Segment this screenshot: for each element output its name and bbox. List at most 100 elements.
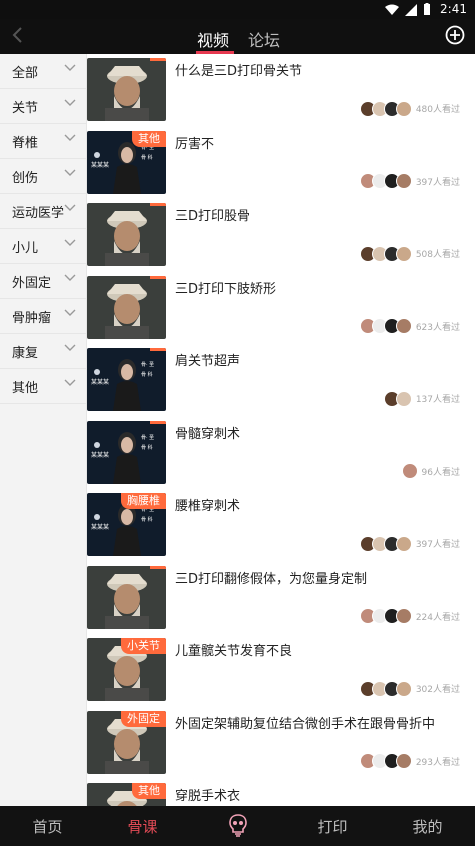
video-title[interactable]: 肩关节超声: [175, 350, 465, 369]
status-bar: 2:41: [0, 0, 475, 19]
chevron-down-icon: [64, 64, 76, 71]
sidebar-item-other[interactable]: 其他: [0, 369, 86, 404]
viewer-summary: 302人看过: [359, 680, 460, 697]
back-arrow-icon[interactable]: [10, 27, 26, 43]
video-card[interactable]: 什么是三D打印骨关节 480人看过: [86, 54, 475, 127]
viewer-summary: 137人看过: [383, 390, 460, 407]
tab-forum[interactable]: 论坛: [248, 27, 280, 51]
svg-text:某某某: 某某某: [91, 162, 109, 169]
signal-icon: [405, 3, 417, 16]
viewer-avatars: [359, 173, 412, 189]
sidebar-item-trauma[interactable]: 创伤: [0, 159, 86, 194]
video-card[interactable]: 其他 穿脱手术衣: [86, 779, 475, 806]
video-thumbnail[interactable]: 某某某 骨· 圣骨 科其他: [87, 130, 166, 194]
nav-print[interactable]: 打印: [285, 806, 380, 846]
video-title[interactable]: 三D打印股骨: [175, 205, 465, 224]
view-count: 397人看过: [415, 177, 460, 188]
add-icon[interactable]: [445, 25, 465, 45]
sidebar-item-external-fixation[interactable]: 外固定: [0, 264, 86, 299]
viewer-summary: 623人看过: [359, 318, 460, 334]
category-tag: 胸腰椎: [121, 493, 166, 509]
viewer-avatars: [359, 245, 412, 262]
sidebar-item-joint[interactable]: 关节: [0, 89, 86, 124]
video-title[interactable]: 儿童髋关节发育不良: [175, 640, 465, 659]
video-title[interactable]: 骨髓穿刺术: [175, 423, 465, 442]
video-title[interactable]: 腰椎穿刺术: [175, 495, 465, 514]
video-title[interactable]: 什么是三D打印骨关节: [175, 60, 465, 79]
viewer-summary: 293人看过: [359, 753, 460, 769]
avatar: [395, 245, 412, 262]
tab-video[interactable]: 视频: [197, 27, 229, 51]
chevron-down-icon: [64, 309, 76, 316]
video-card[interactable]: 外固定 外固定架辅助复位结合微创手术在跟骨骨折中 293人看过: [86, 707, 475, 780]
svg-text:骨· 圣: 骨· 圣: [141, 434, 154, 441]
video-thumbnail[interactable]: [87, 565, 166, 629]
video-thumbnail[interactable]: [87, 58, 166, 121]
video-card[interactable]: 三D打印下肢矫形 623人看过: [86, 272, 475, 345]
viewer-avatars: [359, 100, 412, 117]
video-card[interactable]: 某某某 骨· 圣骨 科胸腰椎 腰椎穿刺术 397人看过: [86, 489, 475, 562]
battery-icon: [424, 3, 430, 15]
nav-skull[interactable]: [190, 806, 285, 846]
video-card[interactable]: 小关节 儿童髋关节发育不良 302人看过: [86, 634, 475, 707]
view-count: 480人看过: [415, 105, 460, 115]
chevron-down-icon: [64, 134, 76, 141]
thumbnail-accent-strip: [150, 348, 166, 351]
video-card[interactable]: 三D打印股骨 508人看过: [86, 199, 475, 272]
video-card[interactable]: 三D打印翻修假体，为您量身定制 224人看过: [86, 562, 475, 635]
thumbnail-accent-strip: [150, 203, 166, 206]
avatar: [395, 173, 412, 189]
svg-text:骨 科: 骨 科: [141, 371, 153, 378]
video-card[interactable]: 某某某 骨· 圣骨 科 骨髓穿刺术 96人看过: [86, 417, 475, 490]
view-count: 137人看过: [415, 395, 460, 405]
video-title[interactable]: 三D打印下肢矫形: [175, 278, 465, 297]
video-thumbnail[interactable]: 某某某 骨· 圣骨 科: [87, 420, 166, 484]
video-title[interactable]: 外固定架辅助复位结合微创手术在跟骨骨折中: [175, 713, 465, 732]
sidebar-item-all[interactable]: 全部: [0, 54, 86, 89]
sidebar-item-rehab[interactable]: 康复: [0, 334, 86, 369]
nav-home[interactable]: 首页: [0, 806, 95, 846]
svg-text:某某某: 某某某: [91, 524, 109, 531]
video-thumbnail[interactable]: 小关节: [87, 638, 166, 701]
sidebar-item-pediatric[interactable]: 小儿: [0, 229, 86, 264]
avatar: [395, 318, 412, 334]
video-title[interactable]: 三D打印翻修假体，为您量身定制: [175, 568, 465, 587]
avatar: [395, 608, 412, 624]
nav-mine[interactable]: 我的: [380, 806, 475, 846]
svg-text:某某某: 某某某: [91, 379, 109, 386]
viewer-avatars: [359, 680, 412, 697]
sidebar-item-sports[interactable]: 运动医学: [0, 194, 86, 229]
view-count: 224人看过: [415, 612, 460, 623]
viewer-avatars: [383, 390, 412, 407]
video-thumbnail[interactable]: 其他: [87, 783, 166, 806]
skull-icon: [228, 814, 247, 837]
thumbnail-accent-strip: [150, 420, 166, 424]
chevron-down-icon: [64, 274, 76, 281]
thumbnail-accent-strip: [150, 275, 166, 279]
wifi-icon: [385, 4, 399, 15]
nav-bone-course[interactable]: 骨课: [95, 806, 190, 846]
video-thumbnail[interactable]: [87, 275, 166, 339]
viewer-avatars: [359, 318, 412, 334]
avatar: [395, 753, 412, 769]
video-card[interactable]: 某某某 骨· 圣骨 科其他 厉害不 397人看过: [86, 127, 475, 200]
avatar: [395, 390, 412, 407]
sidebar-item-spine[interactable]: 脊椎: [0, 124, 86, 159]
video-thumbnail[interactable]: [87, 203, 166, 266]
video-thumbnail[interactable]: 某某某 骨· 圣骨 科: [87, 348, 166, 411]
viewer-summary: 397人看过: [359, 173, 460, 189]
video-thumbnail[interactable]: 外固定: [87, 710, 166, 774]
top-bar: 视频 论坛: [0, 19, 475, 54]
svg-text:骨 科: 骨 科: [141, 444, 153, 451]
viewer-summary: 96人看过: [401, 463, 460, 479]
category-tag: 其他: [132, 783, 166, 799]
video-list: 什么是三D打印骨关节 480人看过 某某某 骨· 圣骨 科其他 厉害不 397人看过 三D打…: [86, 54, 475, 806]
video-card[interactable]: 某某某 骨· 圣骨 科 肩关节超声 137人看过: [86, 344, 475, 417]
viewer-avatars: [401, 463, 418, 479]
sidebar-item-bone-tumor[interactable]: 骨肿瘤: [0, 299, 86, 334]
svg-text:骨 科: 骨 科: [141, 154, 153, 161]
video-title[interactable]: 厉害不: [175, 133, 465, 152]
video-thumbnail[interactable]: 某某某 骨· 圣骨 科胸腰椎: [87, 493, 166, 556]
video-title[interactable]: 穿脱手术衣: [175, 785, 465, 804]
view-count: 508人看过: [415, 250, 460, 260]
